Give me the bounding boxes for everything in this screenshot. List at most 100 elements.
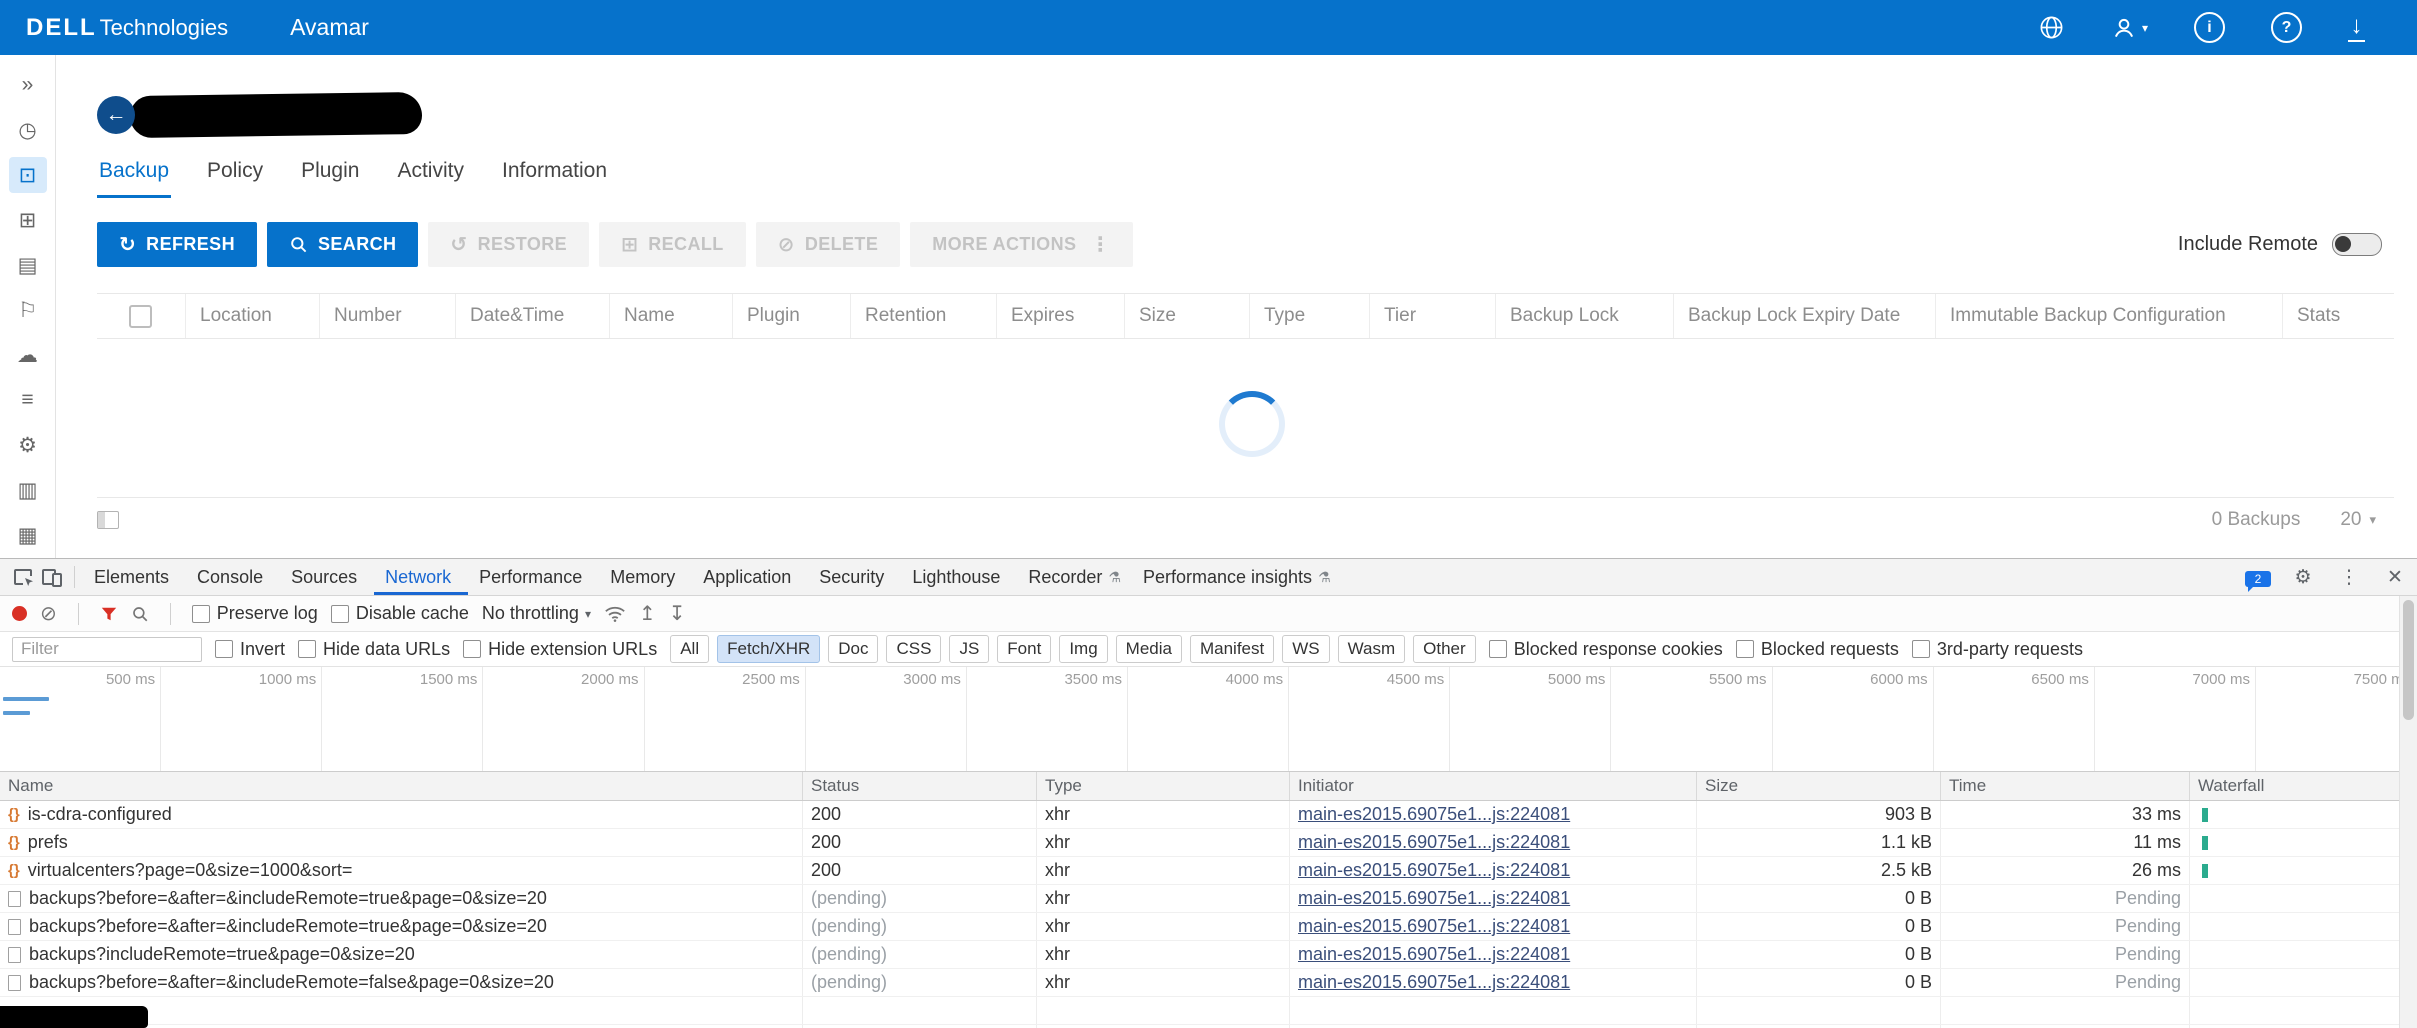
restore-button[interactable]: ↺ RESTORE (428, 222, 589, 267)
backups?before=&after=&includeRemote=true&page=0&size=20[interactable]: backups?before=&after=&includeRemote=tru… (0, 885, 2417, 913)
devtools-tab[interactable]: Security (808, 559, 901, 595)
backup-column-header[interactable]: Plugin (732, 294, 850, 338)
record-network-log-icon[interactable] (12, 606, 27, 621)
backup-column-header[interactable]: Type (1249, 294, 1369, 338)
inspect-element-icon[interactable] (10, 563, 38, 591)
network-column-header[interactable]: Name (0, 772, 802, 800)
clipboard-icon[interactable]: ▤ (9, 247, 47, 283)
devtools-tab[interactable]: Elements (83, 559, 186, 595)
prefs[interactable]: prefs 200 xhr main-es2015.69075e1...js:2… (0, 829, 2417, 857)
initiator-link[interactable]: main-es2015.69075e1...js:224081 (1298, 916, 1570, 937)
blocked-requests-checkbox[interactable]: Blocked requests (1736, 639, 1899, 660)
resource-filter-pill[interactable]: Img (1059, 635, 1107, 663)
is-cdra-configured[interactable]: is-cdra-configured 200 xhr main-es2015.6… (0, 801, 2417, 829)
network-column-header[interactable]: Initiator (1289, 772, 1696, 800)
resource-filter-pill[interactable]: Doc (828, 635, 878, 663)
kebab-menu-icon[interactable]: ⋮ (2335, 563, 2363, 591)
devtools-tab[interactable]: Application (692, 559, 808, 595)
backup-column-header[interactable]: Date&Time (455, 294, 609, 338)
devtools-tab[interactable]: Lighthouse (901, 559, 1017, 595)
backup-column-header[interactable]: Name (609, 294, 732, 338)
backup-column-header[interactable]: Retention (850, 294, 996, 338)
resource-filter-pill[interactable]: Fetch/XHR (717, 635, 820, 663)
export-har-icon[interactable]: ↧ (669, 601, 686, 626)
hide-extension-urls-checkbox[interactable]: Hide extension URLs (463, 639, 657, 660)
resource-filter-pill[interactable]: Manifest (1190, 635, 1274, 663)
network-column-header[interactable]: Size (1696, 772, 1940, 800)
devtools-scrollbar[interactable] (2399, 596, 2417, 1028)
initiator-link[interactable]: main-es2015.69075e1...js:224081 (1298, 832, 1570, 853)
disable-cache-checkbox[interactable]: Disable cache (331, 603, 469, 624)
history-icon[interactable]: ◷ (9, 112, 47, 148)
initiator-link[interactable]: main-es2015.69075e1...js:224081 (1298, 804, 1570, 825)
console-messages-badge[interactable]: 2 (2245, 567, 2271, 588)
backup-column-header[interactable]: Stats (2282, 294, 2394, 338)
download-icon[interactable]: ↓ (2348, 14, 2365, 42)
queue-icon[interactable]: ≡ (9, 382, 47, 418)
preserve-log-checkbox[interactable]: Preserve log (192, 603, 318, 624)
page-tab[interactable]: Activity (395, 159, 466, 198)
help-icon[interactable]: ? (2271, 12, 2302, 43)
clear-network-log-icon[interactable]: ⊘ (40, 601, 57, 626)
network-column-header[interactable]: Type (1036, 772, 1289, 800)
asset-management-icon[interactable]: ⊡ (9, 157, 47, 193)
page-tab[interactable]: Information (500, 159, 609, 198)
page-tab[interactable]: Policy (205, 159, 265, 198)
dell-technologies-logo[interactable]: DELL Technologies (26, 14, 228, 42)
initiator-link[interactable]: main-es2015.69075e1...js:224081 (1298, 860, 1570, 881)
refresh-button[interactable]: ↻ REFRESH (97, 222, 257, 267)
hide-data-urls-checkbox[interactable]: Hide data URLs (298, 639, 450, 660)
devtools-tab[interactable]: Recorder ⚗ (1017, 559, 1132, 595)
filter-icon[interactable] (100, 605, 118, 623)
cloud-icon[interactable]: ☁ (9, 337, 47, 373)
backup-column-header[interactable]: Location (185, 294, 319, 338)
close-devtools-icon[interactable]: ✕ (2381, 563, 2409, 591)
back-button[interactable]: ← (97, 96, 135, 134)
device-toolbar-icon[interactable] (38, 563, 66, 591)
third-party-checkbox[interactable]: 3rd-party requests (1912, 639, 2083, 660)
page-tab[interactable]: Backup (97, 159, 171, 198)
network-column-header[interactable]: Waterfall (2189, 772, 2417, 800)
resource-filter-pill[interactable]: JS (949, 635, 989, 663)
backups?includeRemote=true&page=0&size=20[interactable]: backups?includeRemote=true&page=0&size=2… (0, 941, 2417, 969)
recall-button[interactable]: ⊞ RECALL (599, 222, 746, 267)
label-icon[interactable]: ⚐ (9, 292, 47, 328)
resource-filter-pill[interactable]: Other (1413, 635, 1476, 663)
devtools-tab[interactable]: Sources (280, 559, 374, 595)
page-size-select[interactable]: 20 ▾ (2340, 509, 2376, 531)
info-icon[interactable]: i (2194, 12, 2225, 43)
devtools-tab[interactable]: Console (186, 559, 280, 595)
search-network-icon[interactable] (131, 605, 149, 623)
resource-filter-pill[interactable]: Wasm (1338, 635, 1406, 663)
network-overview-timeline[interactable]: 500 ms1000 ms1500 ms2000 ms2500 ms3000 m… (0, 667, 2417, 772)
resource-filter-pill[interactable]: CSS (886, 635, 941, 663)
backup-column-header[interactable]: Number (319, 294, 455, 338)
search-button[interactable]: SEARCH (267, 222, 418, 267)
backup-column-header[interactable]: Backup Lock Expiry Date (1673, 294, 1935, 338)
include-remote-toggle[interactable] (2332, 233, 2382, 256)
network-column-header[interactable]: Status (802, 772, 1036, 800)
devtools-tab[interactable]: Memory (599, 559, 692, 595)
delete-button[interactable]: ⊘ DELETE (756, 222, 901, 267)
page-tab[interactable]: Plugin (299, 159, 361, 198)
globe-icon[interactable] (2038, 14, 2065, 41)
scrollbar-thumb[interactable] (2403, 600, 2414, 720)
copy-icon[interactable]: ⊞ (9, 202, 47, 238)
expand-sidebar-icon[interactable]: » (9, 67, 47, 103)
settings-doc-icon[interactable]: ⚙ (9, 427, 47, 463)
initiator-link[interactable]: main-es2015.69075e1...js:224081 (1298, 944, 1570, 965)
throttling-select[interactable]: No throttling ▾ (482, 603, 591, 624)
devtools-tab[interactable]: Network (374, 559, 468, 595)
initiator-link[interactable]: main-es2015.69075e1...js:224081 (1298, 972, 1570, 993)
settings-gear-icon[interactable]: ⚙ (2289, 563, 2317, 591)
calendar-icon[interactable]: ▦ (9, 517, 47, 553)
network-column-header[interactable]: Time (1940, 772, 2189, 800)
invert-checkbox[interactable]: Invert (215, 639, 285, 660)
backup-column-header[interactable]: Backup Lock (1495, 294, 1673, 338)
resource-filter-pill[interactable]: WS (1282, 635, 1329, 663)
backup-column-header[interactable]: Expires (996, 294, 1124, 338)
more-actions-button[interactable]: MORE ACTIONS ⋮ (910, 222, 1133, 267)
filter-input[interactable] (12, 637, 202, 662)
backup-column-header[interactable]: Immutable Backup Configuration (1935, 294, 2282, 338)
resource-filter-pill[interactable]: All (670, 635, 709, 663)
